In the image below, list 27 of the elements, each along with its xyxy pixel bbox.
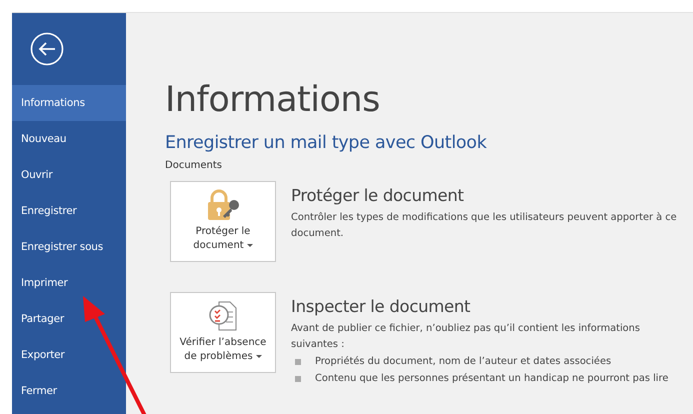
back-icon[interactable] [30,32,64,66]
bullet-icon [295,376,301,382]
bullet-text: Propriétés du document, nom de l’auteur et dates associées [315,355,612,369]
sidebar-item[interactable]: Informations [12,85,126,121]
sidebar-item[interactable]: Partager [12,301,126,337]
sidebar-item[interactable]: Imprimer [12,265,126,301]
sidebar-item[interactable]: Exporter [12,337,126,373]
tile-button[interactable]: Protéger le document [170,181,276,262]
bullet-text: Contenu que les personnes présentant un handicap ne pourront pas lire [315,372,668,386]
section-label: Documents [165,160,224,171]
bullet-icon [295,358,301,364]
section-description: Contrôler les types de modifications que les utilisateurs peuvent apporter à ce document. [291,211,678,241]
tile-button[interactable]: Vérifier l’absence de problèmes [170,292,276,373]
caret-icon [256,354,262,358]
sidebar-item[interactable]: Enregistrer [12,193,126,229]
document-check-icon [208,300,238,332]
sidebar-item[interactable]: Fermer [12,373,126,409]
sidebar-item[interactable]: Enregistrer sous [12,229,126,265]
sidebar-item[interactable]: Ouvrir [12,157,126,193]
document-title: Enregistrer un mail type avec Outlook [165,132,488,154]
caret-icon [246,244,253,247]
sidebar-item[interactable]: Nouveau [12,121,126,157]
section-description: Avant de publier ce fichier, n’oubliez pas qu’il contient les informations suivantes : [291,322,641,352]
lock-key-icon [206,189,240,221]
page-title: Informations [165,80,381,120]
section-title: Inspecter le document [291,297,472,317]
section-title: Protéger le document [291,186,465,206]
